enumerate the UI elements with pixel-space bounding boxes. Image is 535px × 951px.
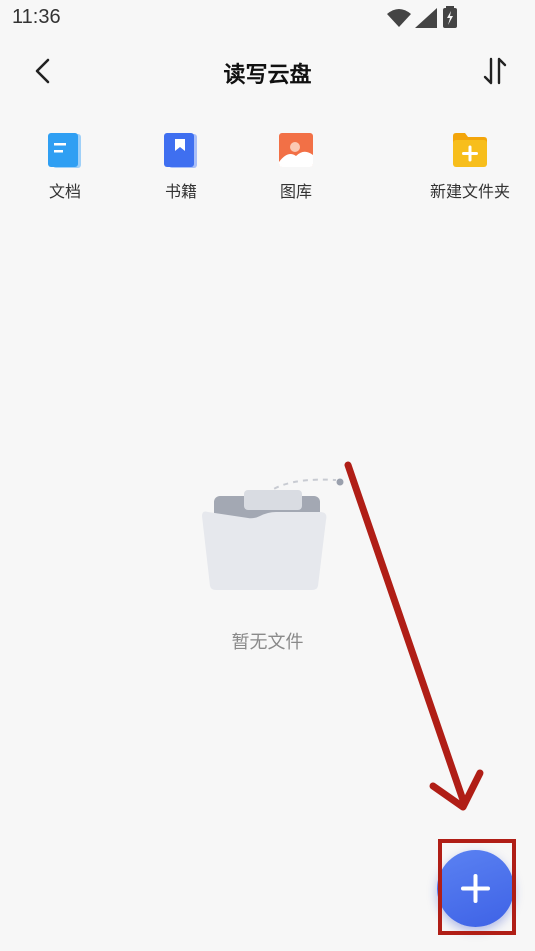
sort-button[interactable]	[477, 53, 513, 89]
shortcut-label: 图库	[279, 182, 312, 201]
header: 读写云盘	[0, 45, 535, 101]
sort-icon	[483, 57, 507, 85]
status-bar: 11:36	[0, 0, 535, 38]
shortcut-new-folder[interactable]: 新建文件夹	[415, 130, 525, 202]
shortcut-gallery[interactable]: 图库	[241, 130, 351, 202]
shortcut-row: 文档 书籍 图库 新建文件夹	[0, 130, 535, 210]
shortcut-label: 文档	[48, 182, 81, 201]
annotation-arrow	[344, 461, 484, 811]
annotation-highlight-box	[438, 839, 516, 935]
new-folder-icon	[453, 133, 487, 167]
shortcut-label: 新建文件夹	[429, 182, 510, 201]
wifi-icon	[387, 9, 411, 27]
signal-icon	[415, 8, 437, 28]
shortcut-books[interactable]: 书籍	[126, 130, 236, 202]
battery-icon	[443, 6, 457, 28]
document-icon	[48, 133, 81, 168]
shortcut-documents[interactable]: 文档	[10, 130, 120, 202]
status-time: 11:36	[12, 6, 61, 28]
shortcut-label: 书籍	[164, 182, 197, 201]
book-icon	[164, 133, 197, 168]
page-title: 读写云盘	[223, 63, 312, 88]
gallery-icon	[279, 133, 313, 167]
